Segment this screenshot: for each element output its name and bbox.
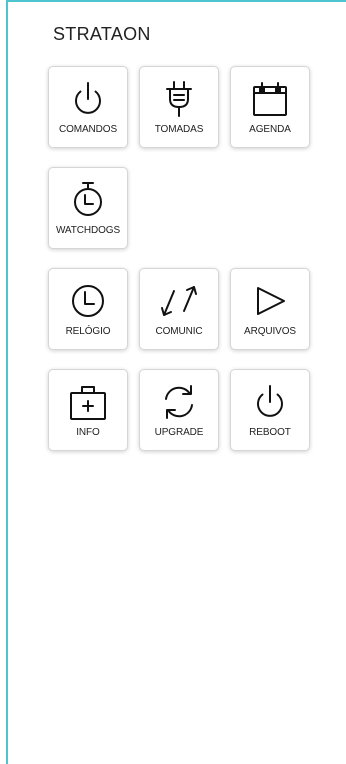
app-frame: STRATAON COMANDOS TOMADAS AGENDA WATCHDO… <box>6 0 346 764</box>
comunic-label: COMUNIC <box>155 326 203 337</box>
clock-icon <box>68 281 108 321</box>
transfer-arrows-icon <box>159 281 199 321</box>
info-label: INFO <box>76 427 100 438</box>
reboot-label: REBOOT <box>249 427 291 438</box>
relogio-button[interactable]: RELÓGIO <box>48 268 128 350</box>
reboot-button[interactable]: REBOOT <box>230 369 310 451</box>
tomadas-label: TOMADAS <box>154 124 204 135</box>
comandos-label: COMANDOS <box>58 124 118 135</box>
play-icon <box>250 281 290 321</box>
agenda-button[interactable]: AGENDA <box>230 66 310 148</box>
upgrade-label: UPGRADE <box>154 427 204 438</box>
info-button[interactable]: INFO <box>48 369 128 451</box>
power-icon <box>68 79 108 119</box>
power-icon <box>250 382 290 422</box>
arquivos-button[interactable]: ARQUIVOS <box>230 268 310 350</box>
calendar-icon <box>250 79 290 119</box>
arquivos-label: ARQUIVOS <box>244 326 296 337</box>
comandos-button[interactable]: COMANDOS <box>48 66 128 148</box>
first-aid-kit-icon <box>68 382 108 422</box>
app-title: STRATAON <box>53 24 151 44</box>
agenda-label: AGENDA <box>249 124 291 135</box>
refresh-icon <box>159 382 199 422</box>
tomadas-button[interactable]: TOMADAS <box>139 66 219 148</box>
plug-icon <box>159 79 199 119</box>
relogio-label: RELÓGIO <box>65 326 111 337</box>
upgrade-button[interactable]: UPGRADE <box>139 369 219 451</box>
comunic-button[interactable]: COMUNIC <box>139 268 219 350</box>
watchdogs-label: WATCHDOGS <box>55 225 121 236</box>
watchdogs-button[interactable]: WATCHDOGS <box>48 167 128 249</box>
stopwatch-icon <box>68 180 108 220</box>
